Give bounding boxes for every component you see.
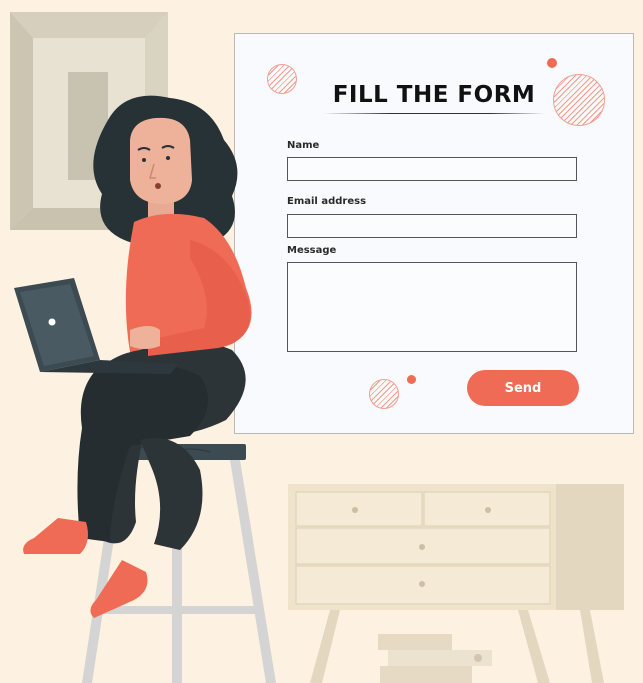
illustration-canvas: FILL THE FORM Name Email address Message…	[0, 0, 643, 683]
foreground-scene	[14, 95, 276, 683]
face	[130, 117, 192, 204]
laptop-logo-icon	[48, 318, 56, 326]
shoe	[23, 518, 88, 554]
